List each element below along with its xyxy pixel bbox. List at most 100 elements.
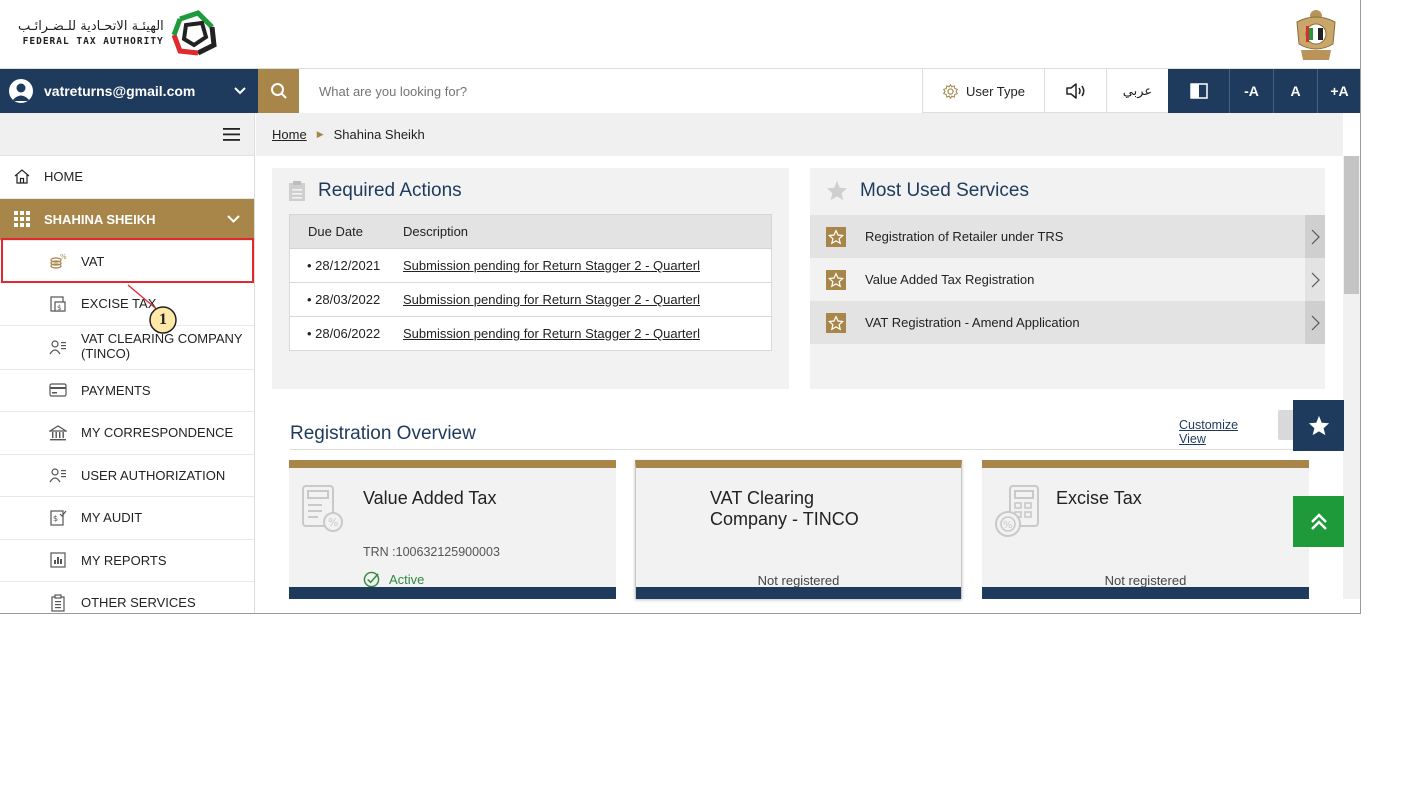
- chevron-right-icon: [1305, 258, 1325, 301]
- table-row: • 28/06/2022 Submission pending for Retu…: [289, 317, 772, 351]
- contrast-toggle-button[interactable]: [1168, 69, 1229, 113]
- chevron-right-icon: [1305, 301, 1325, 344]
- sidebar-item-my-audit[interactable]: $ MY AUDIT: [0, 497, 254, 540]
- user-type-label: User Type: [965, 83, 1025, 99]
- svg-text:$: $: [53, 514, 58, 523]
- vat-document-icon: %: [302, 485, 343, 532]
- section-divider: [290, 449, 1308, 450]
- sidebar-item-other-services[interactable]: OTHER SERVICES: [0, 582, 254, 613]
- fta-logo-icon: [171, 10, 217, 56]
- sidebar-item-label: OTHER SERVICES: [81, 595, 196, 611]
- double-chevron-up-icon: [1310, 512, 1327, 530]
- sidebar-item-label: PAYMENTS: [81, 382, 151, 398]
- scroll-to-top-button[interactable]: [1293, 496, 1344, 547]
- gear-icon: [942, 83, 959, 99]
- card-status-active: Active: [363, 571, 424, 588]
- card-title-line1: VAT Clearing: [710, 488, 815, 508]
- card-title-line2: Company - TINCO: [710, 508, 859, 529]
- search-button[interactable]: [258, 69, 299, 113]
- description-link[interactable]: Submission pending for Return Stagger 2 …: [403, 326, 771, 341]
- sidebar-item-my-reports[interactable]: MY REPORTS: [0, 540, 254, 582]
- main-content: Home ▶ Shahina Sheikh Required Actions D…: [256, 113, 1343, 613]
- arabic-language-button[interactable]: عربي: [1106, 69, 1168, 113]
- top-bar: vatreturns@gmail.com User Type عربي -A A…: [0, 69, 1360, 113]
- vertical-scrollbar[interactable]: [1343, 156, 1360, 599]
- table-row: • 28/03/2022 Submission pending for Retu…: [289, 283, 772, 317]
- card-title: Value Added Tax: [363, 488, 497, 508]
- due-date-cell: • 28/12/2021: [307, 258, 381, 273]
- bank-icon: [48, 423, 68, 443]
- registration-card-excise-tax[interactable]: % Excise Tax Not registered: [982, 460, 1309, 599]
- home-icon: [12, 167, 32, 187]
- user-account-menu[interactable]: vatreturns@gmail.com: [0, 69, 258, 113]
- user-type-button[interactable]: User Type: [922, 69, 1044, 113]
- table-row: • 28/12/2021 Submission pending for Retu…: [289, 249, 772, 283]
- breadcrumb: Home ▶ Shahina Sheikh: [256, 113, 1343, 156]
- chevron-right-icon: [1305, 215, 1325, 258]
- customize-view-line1: Customize: [1179, 418, 1239, 432]
- most-used-service-item[interactable]: VAT Registration - Amend Application: [810, 301, 1325, 344]
- sidebar-item-label: MY AUDIT: [81, 510, 143, 526]
- payments-card-icon: [48, 380, 68, 400]
- sidebar-item-label: MY REPORTS: [81, 552, 167, 568]
- sidebar: HOME SHAHINA SHEIKH % VAT $ EXCISE TAX V…: [0, 113, 255, 613]
- column-header-due-date: Due Date: [308, 224, 363, 239]
- card-status-not-registered: Not registered: [757, 573, 840, 588]
- required-actions-title: Required Actions: [318, 180, 462, 201]
- sidebar-item-my-correspondence[interactable]: MY CORRESPONDENCE: [0, 412, 254, 455]
- card-footer-bar: [982, 587, 1309, 599]
- sidebar-item-vat-clearing-company[interactable]: VAT CLEARING COMPANY (TINCO): [0, 326, 254, 370]
- required-actions-table: Due Date Description • 28/12/2021 Submis…: [289, 214, 772, 351]
- breadcrumb-home-link[interactable]: Home: [272, 127, 307, 142]
- sidebar-item-excise-tax[interactable]: $ EXCISE TAX: [0, 283, 254, 326]
- customize-view-link[interactable]: Customize View: [1179, 418, 1238, 447]
- clipboard-icon: [289, 181, 305, 201]
- sidebar-group-shahina-sheikh[interactable]: SHAHINA SHEIKH: [0, 198, 254, 241]
- audit-icon: $: [48, 508, 68, 528]
- star-outline-icon: [826, 312, 846, 333]
- sidebar-item-payments[interactable]: PAYMENTS: [0, 370, 254, 412]
- step-callout-number: 1: [159, 311, 167, 328]
- favorites-floating-button[interactable]: [1293, 400, 1344, 451]
- most-used-services-title: Most Used Services: [860, 180, 1029, 201]
- due-date-cell: • 28/03/2022: [307, 292, 381, 307]
- most-used-service-item[interactable]: Registration of Retailer under TRS: [810, 215, 1325, 258]
- registration-card-vat[interactable]: % Value Added Tax TRN :100632125900003 A…: [289, 460, 616, 599]
- svg-text:%: %: [1003, 520, 1013, 531]
- scrollbar-thumb[interactable]: [1344, 156, 1359, 294]
- description-link[interactable]: Submission pending for Return Stagger 2 …: [403, 258, 771, 273]
- sidebar-item-home[interactable]: HOME: [0, 156, 254, 199]
- card-title: Excise Tax: [1056, 488, 1142, 508]
- user-avatar-icon: [9, 79, 33, 103]
- reports-icon: [48, 550, 68, 570]
- customize-view-line2: View: [1179, 432, 1206, 447]
- font-increase-button[interactable]: +A: [1317, 69, 1360, 113]
- search-input[interactable]: [299, 69, 922, 113]
- tinco-user-icon: [48, 337, 68, 357]
- column-header-description: Description: [403, 224, 469, 239]
- svg-text:$: $: [57, 304, 61, 312]
- sidebar-item-label: USER AUTHORIZATION: [81, 467, 226, 483]
- fta-logo[interactable]: الهيئـة الاتحـادية للـضـرائـب FEDERAL TA…: [18, 8, 218, 58]
- breadcrumb-current: Shahina Sheikh: [333, 127, 425, 142]
- card-trn: TRN :100632125900003: [363, 545, 500, 559]
- text-to-speech-button[interactable]: [1044, 69, 1106, 113]
- sidebar-item-user-authorization[interactable]: USER AUTHORIZATION: [0, 455, 254, 497]
- description-link[interactable]: Submission pending for Return Stagger 2 …: [403, 292, 771, 307]
- sidebar-item-label: MY CORRESPONDENCE: [81, 425, 234, 441]
- table-header: Due Date Description: [289, 214, 772, 249]
- required-actions-panel: Required Actions Due Date Description • …: [272, 168, 789, 389]
- font-decrease-button[interactable]: -A: [1229, 69, 1273, 113]
- sidebar-toggle[interactable]: [0, 113, 254, 156]
- star-outline-icon: [826, 269, 846, 290]
- font-reset-button[interactable]: A: [1273, 69, 1317, 113]
- user-email: vatreturns@gmail.com: [44, 83, 196, 99]
- registration-overview-title: Registration Overview: [290, 423, 476, 444]
- registration-card-tinco[interactable]: VAT Clearing Company - TINCO Not registe…: [635, 460, 962, 599]
- most-used-service-item[interactable]: Value Added Tax Registration: [810, 258, 1325, 301]
- due-date-cell: • 28/06/2022: [307, 326, 381, 341]
- speaker-icon: [1065, 83, 1084, 99]
- star-outline-icon: [826, 226, 846, 247]
- sidebar-item-label: EXCISE TAX: [81, 296, 157, 312]
- service-label: Value Added Tax Registration: [865, 272, 1035, 287]
